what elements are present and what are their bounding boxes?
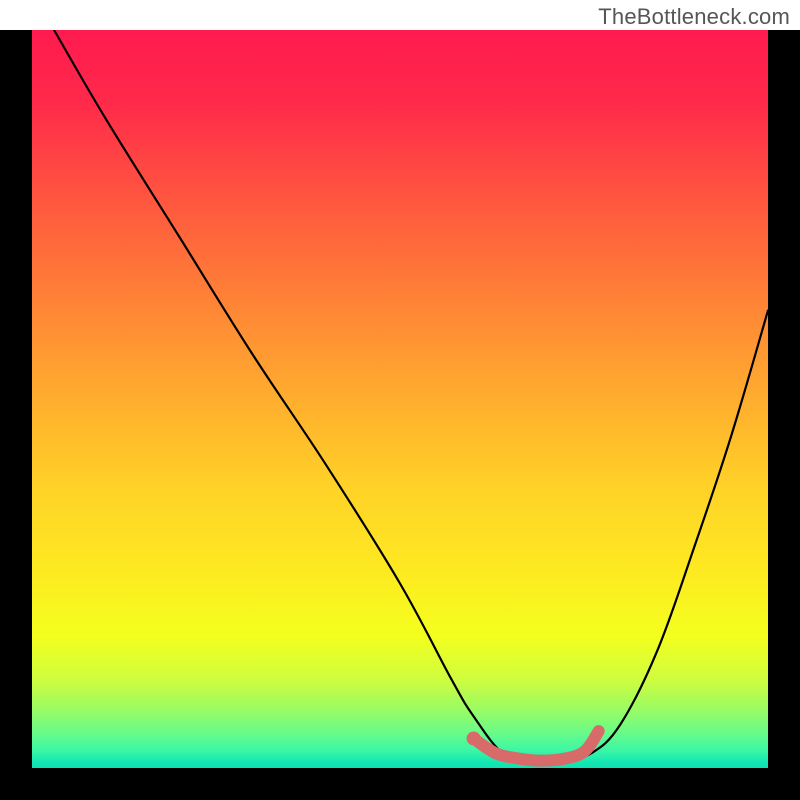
chart-svg xyxy=(32,30,768,768)
bottleneck-curve-path xyxy=(54,30,768,762)
chart-container: TheBottleneck.com xyxy=(0,0,800,800)
plot-area xyxy=(32,30,768,768)
optimal-range-start-dot xyxy=(467,731,481,745)
watermark-label: TheBottleneck.com xyxy=(598,4,790,30)
optimal-range-path xyxy=(474,731,599,761)
plot-frame xyxy=(0,30,800,800)
